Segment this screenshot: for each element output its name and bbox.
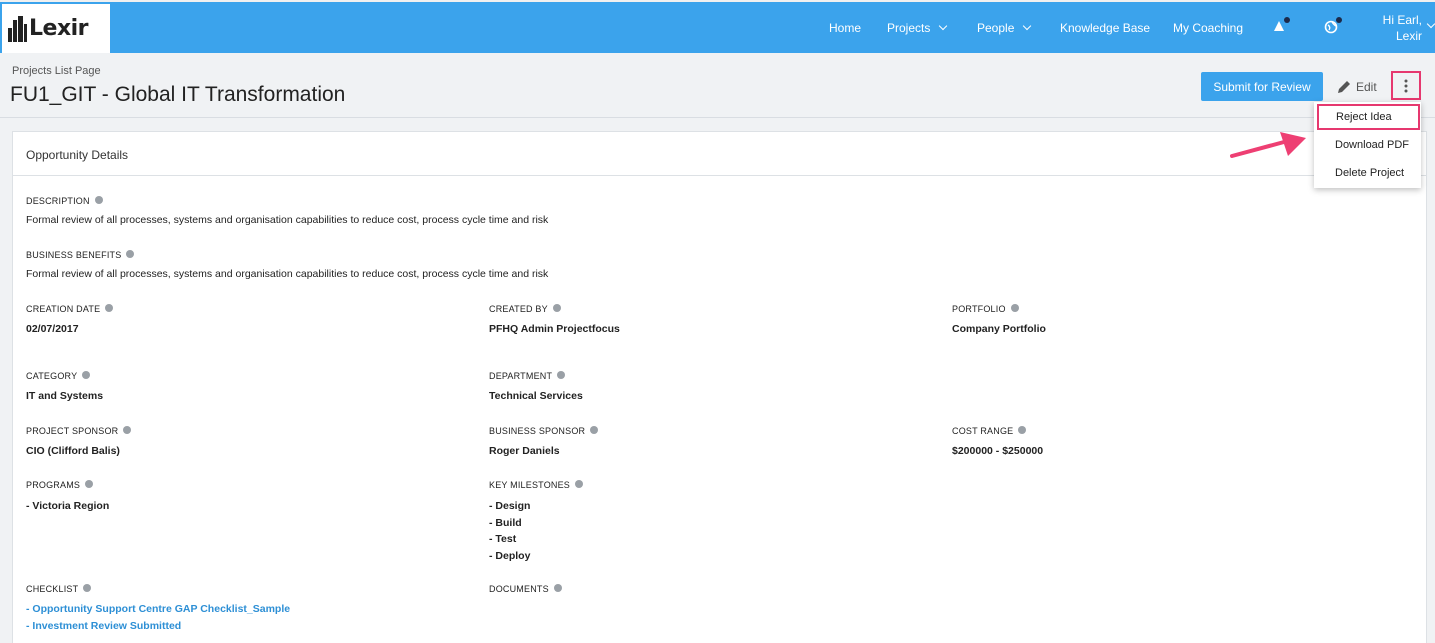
notification-dot xyxy=(1336,17,1342,23)
creation-date-label: CREATION DATE xyxy=(26,304,114,314)
more-actions-menu: Reject Idea Download PDF Delete Project xyxy=(1314,102,1421,188)
nav-my-coaching[interactable]: My Coaching xyxy=(1173,2,1243,53)
user-name: Lexir xyxy=(1395,29,1422,43)
business-benefits-label: BUSINESS BENEFITS xyxy=(26,250,135,260)
header-divider xyxy=(0,117,1435,118)
nav-people-label: People xyxy=(977,20,1015,35)
portfolio-value: Company Portfolio xyxy=(952,323,1046,335)
business-sponsor-label: BUSINESS SPONSOR xyxy=(489,426,599,436)
list-item: - Opportunity Support Centre GAP Checkli… xyxy=(26,601,290,618)
nav-projects[interactable]: Projects xyxy=(887,2,948,53)
cost-range-value: $200000 - $250000 xyxy=(952,445,1044,457)
menu-item-download-pdf[interactable]: Download PDF xyxy=(1314,132,1421,158)
user-menu[interactable]: Hi Earl, Lexir xyxy=(1360,12,1422,44)
kebab-icon xyxy=(1404,79,1408,92)
logo-building-icon xyxy=(8,15,28,42)
description-value: Formal review of all processes, systems … xyxy=(26,214,549,226)
globe-icon[interactable] xyxy=(1321,16,1343,38)
cost-range-label: COST RANGE xyxy=(952,426,1027,436)
list-item: - Build xyxy=(489,516,522,529)
info-icon[interactable] xyxy=(553,584,562,592)
info-icon[interactable] xyxy=(575,480,583,488)
info-icon[interactable] xyxy=(94,196,103,204)
list-item: - Design xyxy=(489,500,531,512)
documents-label: DOCUMENTS xyxy=(489,584,562,594)
notification-dot xyxy=(1284,17,1290,23)
info-icon[interactable] xyxy=(105,304,114,312)
list-item: - Investment Review Submitted xyxy=(26,618,290,635)
checklist-label: CHECKLIST xyxy=(26,584,92,594)
checklist-list: - Opportunity Support Centre GAP Checkli… xyxy=(26,601,290,634)
brand-logo[interactable]: Lexir xyxy=(2,4,110,53)
edit-label: Edit xyxy=(1356,80,1377,94)
nav-knowledge-base[interactable]: Knowledge Base xyxy=(1060,2,1150,53)
info-icon[interactable] xyxy=(557,371,566,379)
chevron-down-icon[interactable] xyxy=(1426,19,1435,29)
created-by-value: PFHQ Admin Projectfocus xyxy=(489,323,620,335)
checklist-link[interactable]: Investment Review Submitted xyxy=(32,620,181,632)
business-sponsor-value: Roger Daniels xyxy=(489,445,560,457)
info-icon[interactable] xyxy=(552,304,561,312)
creation-date-value: 02/07/2017 xyxy=(26,323,79,335)
info-icon[interactable] xyxy=(590,426,599,434)
annotation-arrow-icon xyxy=(1230,132,1306,158)
page-title: FU1_GIT - Global IT Transformation xyxy=(10,83,346,106)
nav-home[interactable]: Home xyxy=(829,2,861,53)
info-icon[interactable] xyxy=(85,480,94,488)
chevron-down-icon xyxy=(939,21,948,30)
top-nav: Lexir Home Projects People Knowledge Bas… xyxy=(0,0,1435,53)
project-sponsor-label: PROJECT SPONSOR xyxy=(26,426,132,436)
info-icon[interactable] xyxy=(82,371,91,379)
list-item: - Victoria Region xyxy=(26,500,110,512)
edit-button[interactable]: Edit xyxy=(1336,76,1377,98)
menu-item-delete-project[interactable]: Delete Project xyxy=(1314,160,1421,186)
programs-list: - Victoria Region xyxy=(26,498,109,515)
info-icon[interactable] xyxy=(83,584,92,592)
list-item: - Test xyxy=(489,533,517,545)
description-label: DESCRIPTION xyxy=(26,196,103,206)
info-icon[interactable] xyxy=(1010,304,1019,312)
nav-knowledge-base-label: Knowledge Base xyxy=(1060,20,1151,35)
key-milestones-list: - Design - Build - Test - Deploy xyxy=(489,498,530,564)
pencil-icon xyxy=(1338,81,1350,93)
alert-icon[interactable] xyxy=(1269,16,1291,38)
nav-home-label: Home xyxy=(829,20,862,35)
chevron-down-icon xyxy=(1023,21,1032,30)
more-actions-button[interactable] xyxy=(1391,71,1421,100)
project-sponsor-value: CIO (Clifford Balis) xyxy=(26,445,120,457)
brand-name: Lexir xyxy=(29,16,89,41)
portfolio-label: PORTFOLIO xyxy=(952,304,1019,314)
nav-projects-label: Projects xyxy=(887,20,931,35)
info-icon[interactable] xyxy=(123,426,132,434)
department-value: Technical Services xyxy=(489,390,583,402)
business-benefits-value: Formal review of all processes, systems … xyxy=(26,268,549,280)
category-label: CATEGORY xyxy=(26,371,91,381)
info-icon[interactable] xyxy=(126,250,135,258)
list-item: - Deploy xyxy=(489,549,531,562)
checklist-link[interactable]: Opportunity Support Centre GAP Checklist… xyxy=(32,603,290,615)
created-by-label: CREATED BY xyxy=(489,304,561,314)
breadcrumb[interactable]: Projects List Page xyxy=(12,65,101,77)
user-greeting: Hi Earl, xyxy=(1382,13,1422,27)
department-label: DEPARTMENT xyxy=(489,371,566,381)
opportunity-details-card: Opportunity Details DESCRIPTION Formal r… xyxy=(12,131,1427,643)
category-value: IT and Systems xyxy=(26,390,104,402)
info-icon[interactable] xyxy=(1018,426,1027,434)
nav-my-coaching-label: My Coaching xyxy=(1173,20,1244,35)
menu-item-reject-idea[interactable]: Reject Idea xyxy=(1317,104,1420,130)
nav-people[interactable]: People xyxy=(977,2,1032,53)
card-title: Opportunity Details xyxy=(13,132,1426,176)
key-milestones-label: KEY MILESTONES xyxy=(489,480,583,490)
submit-for-review-button[interactable]: Submit for Review xyxy=(1201,72,1323,101)
programs-label: PROGRAMS xyxy=(26,480,94,490)
